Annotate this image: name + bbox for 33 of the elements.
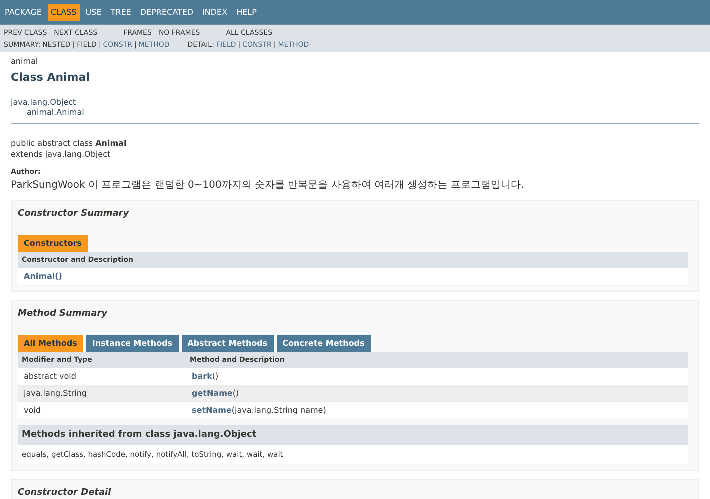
section-title: Method Summary — [18, 309, 109, 319]
inheritance-item: animal.Animal — [27, 108, 84, 117]
method-params: (java.lang.String name) — [232, 406, 326, 415]
table-tab[interactable]: Instance Methods — [86, 335, 179, 352]
nav-link[interactable]: PACKAGE — [2, 4, 45, 20]
section-title: Constructor Summary — [18, 209, 130, 219]
method-name-link[interactable]: setName — [192, 406, 232, 415]
class-title: Class Animal — [11, 71, 91, 84]
constructor-link[interactable]: Animal() — [24, 272, 62, 281]
nav-link[interactable]: CLASS — [48, 4, 80, 20]
nav-link[interactable]: USE — [82, 4, 105, 20]
nav-link[interactable]: HELP — [234, 4, 260, 20]
nav-link[interactable]: DEPRECATED — [137, 4, 197, 20]
nav-link[interactable]: TREE — [108, 4, 134, 20]
class-signature: public abstract class Animal — [11, 138, 128, 149]
inherited-methods-title: Methods inherited from class java.lang.Object — [18, 425, 688, 445]
table-tab[interactable]: Concrete Methods — [276, 335, 371, 352]
table-cell-text: abstract void — [24, 372, 78, 381]
method-name-link[interactable]: getName — [192, 389, 233, 398]
table-tab[interactable]: Constructors — [18, 235, 88, 252]
inheritance-item: java.lang.Object — [11, 98, 76, 107]
method-name-link[interactable]: bark — [192, 372, 212, 381]
table-tab[interactable]: All Methods — [18, 335, 84, 352]
method-params: () — [232, 389, 240, 398]
package-name: animal — [11, 57, 40, 66]
table-tab[interactable]: Abstract Methods — [182, 335, 274, 352]
table-cell-text: java.lang.String — [24, 389, 88, 398]
section-title: Constructor Detail — [18, 488, 112, 498]
table-cell-text: void — [24, 406, 42, 415]
class-signature: extends java.lang.Object — [11, 149, 112, 160]
method-params: () — [212, 372, 219, 381]
nav-link[interactable]: INDEX — [200, 4, 231, 20]
author-description: ParkSungWook 이 프로그램은 랜덤한 0~100까지의 숫자를 반복문을 사용하여 여러개 생성하는 프로그램입니다. — [11, 179, 526, 192]
